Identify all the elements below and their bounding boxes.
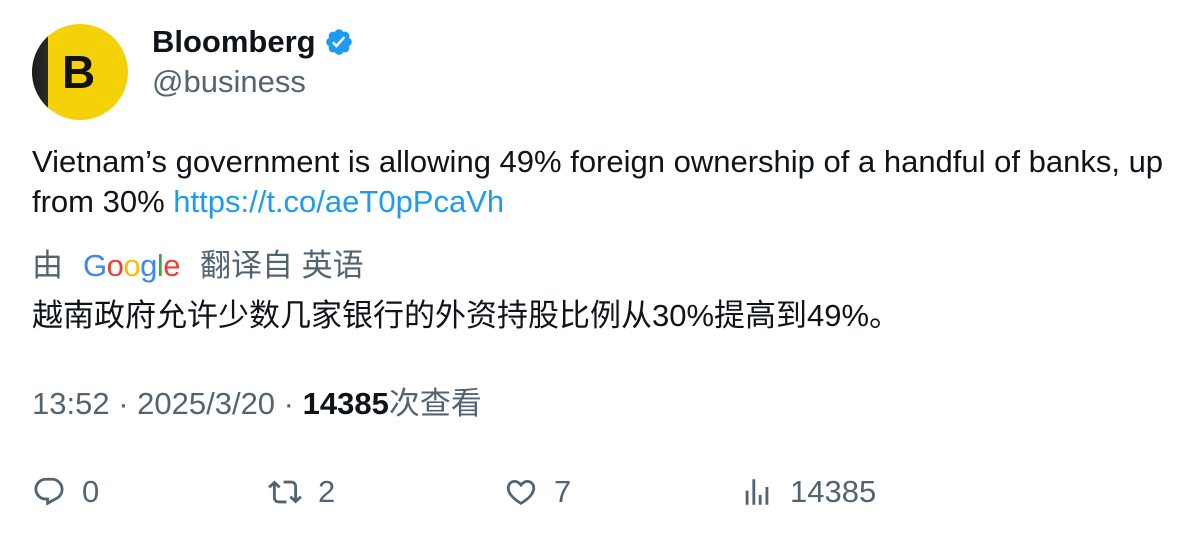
translation-suffix: 翻译自 英语 bbox=[200, 248, 364, 283]
reply-count: 0 bbox=[82, 474, 100, 509]
avatar-shade bbox=[32, 24, 48, 120]
like-count: 7 bbox=[554, 474, 572, 509]
heart-icon bbox=[506, 479, 536, 505]
avatar[interactable]: B bbox=[32, 24, 128, 120]
verified-badge-icon bbox=[325, 29, 352, 55]
google-logo-icon: Google bbox=[83, 248, 181, 283]
retweet-button[interactable]: 2 bbox=[268, 470, 335, 514]
meta-separator: · bbox=[275, 386, 303, 421]
views-action-count: 14385 bbox=[790, 474, 877, 509]
retweet-count: 2 bbox=[318, 474, 336, 509]
views-label: 次查看 bbox=[388, 386, 482, 421]
translation-prefix: 由 bbox=[32, 248, 63, 283]
avatar-letter: B bbox=[62, 46, 96, 98]
translation-attribution[interactable]: 由 Google 翻译自 英语 bbox=[32, 246, 364, 286]
meta-separator: · bbox=[109, 386, 138, 421]
action-bar: 0 2 7 14385 bbox=[32, 470, 1172, 514]
analytics-bars-icon bbox=[745, 479, 769, 505]
views-button[interactable]: 14385 bbox=[740, 470, 876, 514]
tweet-date[interactable]: 2025/3/20 bbox=[137, 386, 275, 421]
tweet-text: Vietnam’s government is allowing 49% for… bbox=[32, 142, 1172, 222]
tweet-time[interactable]: 13:52 bbox=[32, 386, 110, 421]
tweet-meta: 13:52 · 2025/3/20 · 14385次查看 bbox=[32, 384, 482, 424]
reply-button[interactable]: 0 bbox=[32, 470, 99, 514]
author-name-row: Bloomberg bbox=[152, 24, 354, 60]
author-handle[interactable]: @business bbox=[152, 64, 306, 100]
reply-icon bbox=[34, 477, 64, 506]
retweet-icon bbox=[268, 480, 302, 504]
tweet-card: B Bloomberg @business Vietnam’s governme… bbox=[0, 0, 1196, 538]
translated-text: 越南政府允许少数几家银行的外资持股比例从30%提高到49%。 bbox=[32, 298, 901, 333]
like-button[interactable]: 7 bbox=[504, 470, 571, 514]
views-count: 14385 bbox=[302, 386, 389, 421]
author-display-name[interactable]: Bloomberg bbox=[152, 24, 316, 60]
tweet-link[interactable]: https://t.co/aeT0pPcaVh bbox=[173, 184, 504, 219]
